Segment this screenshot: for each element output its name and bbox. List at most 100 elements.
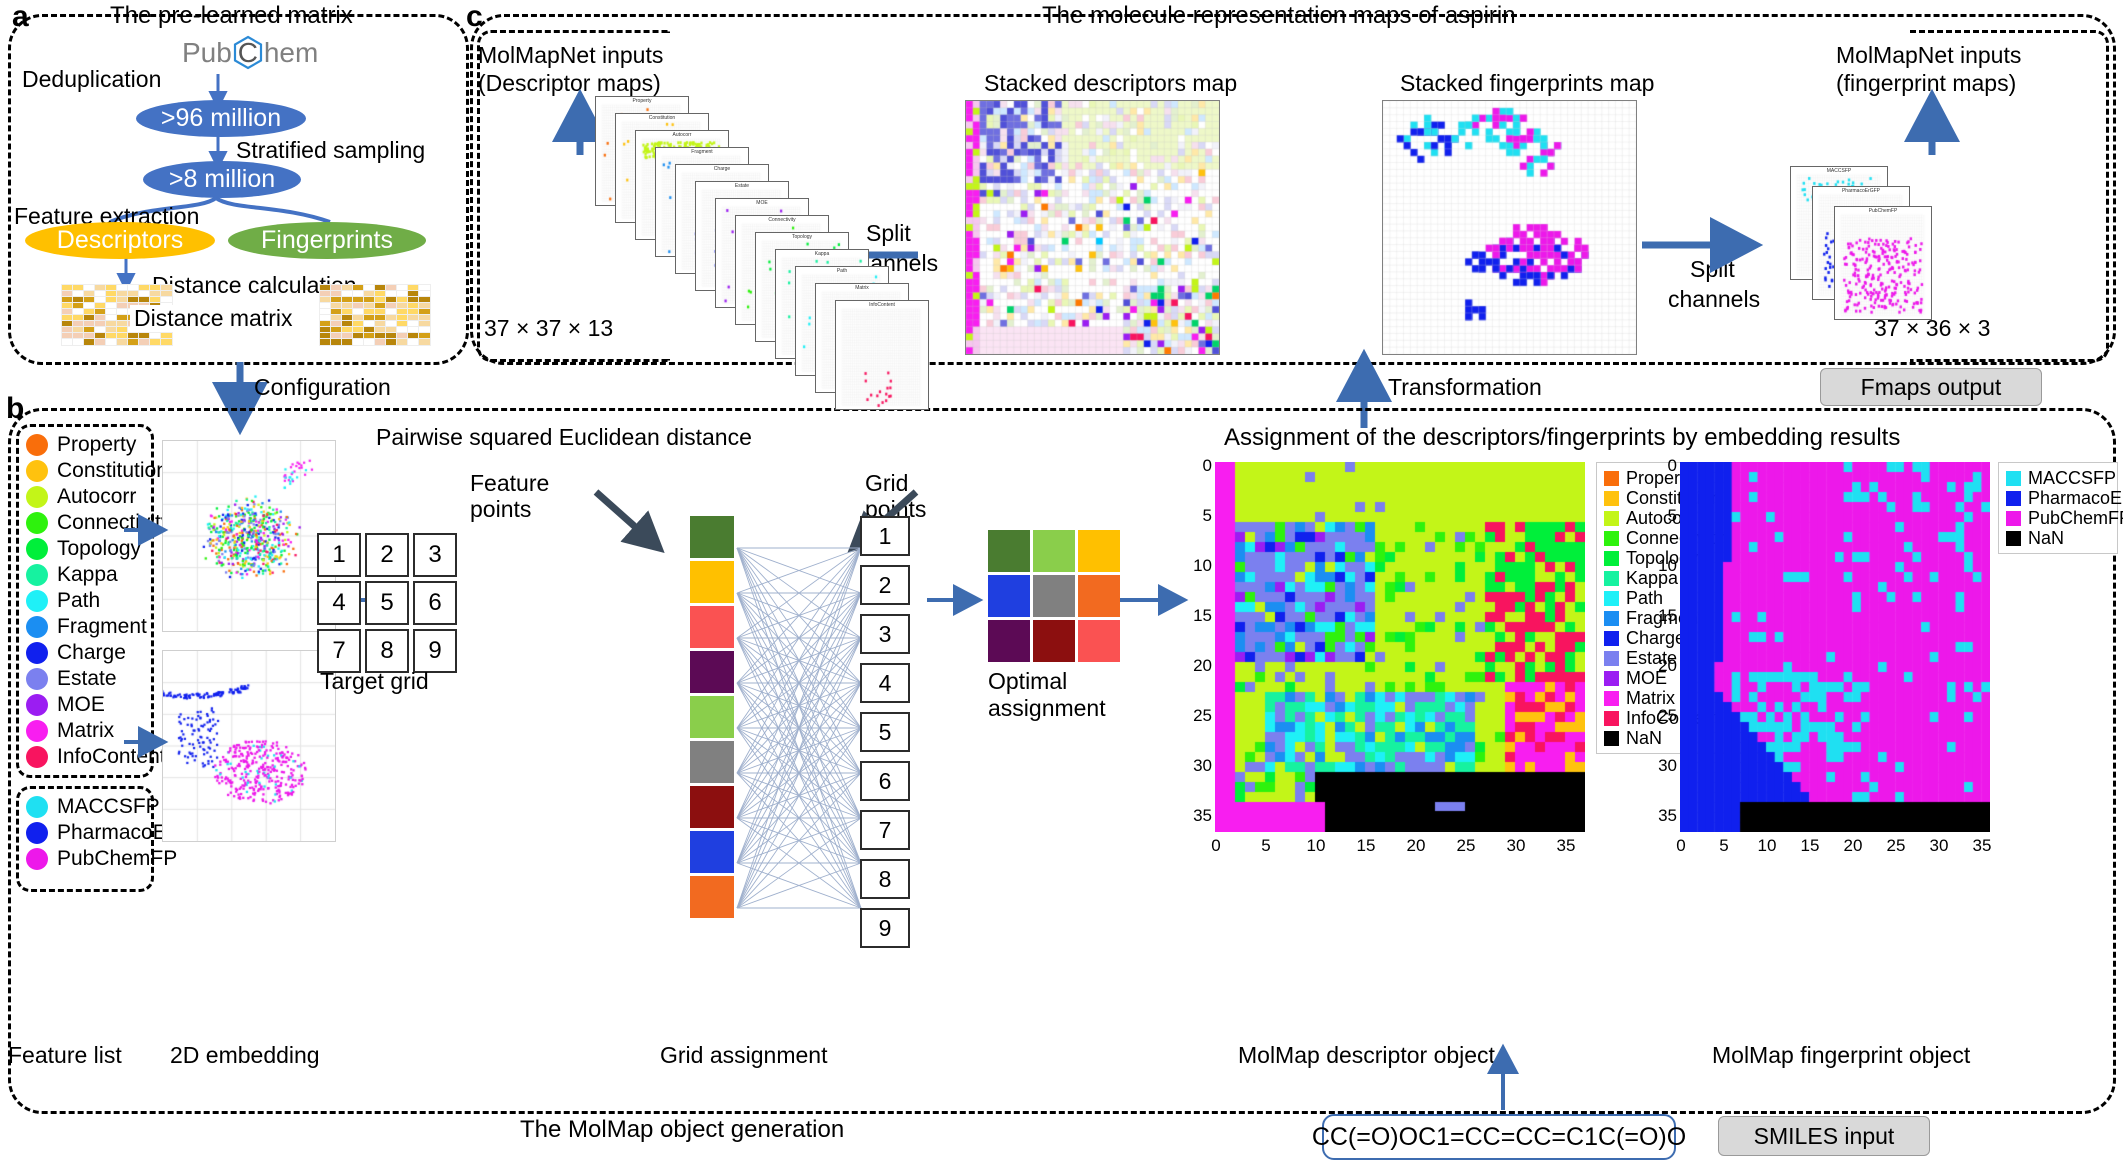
optimal-assignment-grid [988, 530, 1120, 662]
feature-item-property: Property [26, 432, 171, 458]
assignment-arrow [927, 584, 984, 616]
color-swatch-icon [26, 564, 48, 586]
matrix-cell [138, 338, 151, 346]
matrix-cell [116, 338, 129, 346]
color-swatch-icon [26, 512, 48, 534]
panel-b-letter: b [6, 392, 25, 425]
feature-label: Autocorr [57, 485, 137, 508]
descriptor-y-tick-15: 15 [1193, 606, 1212, 625]
card-title: InfoContent [869, 302, 895, 308]
color-swatch-icon [1604, 710, 1619, 726]
matrix-cell [352, 338, 365, 346]
card-title: PubChemFP [1868, 208, 1898, 214]
feature-label: Constitution [57, 459, 168, 482]
feature-item-kappa: Kappa [26, 562, 171, 588]
feature-list-label: Feature list [8, 1042, 122, 1068]
feature-label: PubChemFP [57, 847, 178, 870]
smiles-input-label: SMILES input [1753, 1122, 1895, 1149]
matrix-cell [341, 338, 354, 346]
feature-points-column [690, 516, 734, 918]
target-grid: 123 456 789 [317, 533, 457, 673]
target-grid-cell-5: 5 [365, 581, 409, 625]
descriptor-feature-list: Property Constitution Autocorr Connectivity… [26, 432, 171, 770]
target-grid-cell-9: 9 [413, 629, 457, 673]
embedding-descriptor-plot [162, 440, 336, 632]
matrix-cell [72, 338, 85, 346]
card-title: PharmacoErGFP [1841, 188, 1881, 194]
color-swatch-icon [26, 848, 48, 870]
color-swatch-icon [1604, 490, 1619, 506]
fingerprint-x-tick-25: 25 [1886, 836, 1906, 855]
descriptor-y-tick-5: 5 [1202, 506, 1212, 525]
feature-label: Path [57, 589, 101, 612]
split-channels-right-arrow [1642, 217, 1764, 273]
optimal-cell-1 [988, 530, 1030, 572]
target-grid-cell-4: 4 [317, 581, 361, 625]
descriptor-x-tick-15: 15 [1356, 836, 1376, 855]
distance-matrix-label: Distance matrix [130, 305, 297, 332]
smiles-arrow [1487, 1043, 1519, 1110]
fingerprint-y-tick-30: 30 [1658, 756, 1677, 775]
matrix-cell [363, 338, 376, 346]
grid-point-7: 7 [860, 810, 910, 850]
descriptor-x-tick-5: 5 [1261, 836, 1271, 855]
smiles-input-box[interactable]: CC(=O)OC1=CC=CC=C1C(=O)O [1312, 1114, 1686, 1160]
descriptors-node: Descriptors [25, 222, 215, 259]
descriptor-y-tick-0: 0 [1202, 456, 1212, 475]
legend-label: Matrix [1626, 688, 1675, 708]
assignment-title: Assignment of the descriptors/fingerprin… [1224, 424, 1901, 451]
fingerprint-y-tick-0: 0 [1667, 456, 1677, 475]
feature-point-8 [690, 831, 734, 873]
feature-item-moe: MOE [26, 692, 171, 718]
feature-label: Property [57, 433, 137, 456]
card-title: Path [836, 268, 848, 274]
feature-point-4 [690, 651, 734, 693]
optimal-cell-4 [988, 575, 1030, 617]
target-grid-cell-6: 6 [413, 581, 457, 625]
feature-label: Fragment [57, 615, 147, 638]
grid-point-6: 6 [860, 761, 910, 801]
fingerprint-y-tick-20: 20 [1658, 656, 1677, 675]
card-title: MACCSFP [1826, 168, 1852, 174]
fingerprint-object-legend: MACCSFPPharmacoErGFPPubChemFPNaN [1998, 462, 2123, 554]
grid-point-4: 4 [860, 663, 910, 703]
color-swatch-icon [26, 668, 48, 690]
descriptor-object-plot [1215, 462, 1585, 832]
node-8-million: >8 million [143, 161, 301, 198]
grid-point-9: 9 [860, 908, 910, 948]
legend-item-pharmacoergfp: PharmacoErGFP [2006, 488, 2123, 508]
feature-label: MACCSFP [57, 795, 160, 818]
color-swatch-icon [1604, 530, 1619, 546]
pairwise-distance-label: Pairwise squared Euclidean distance [376, 424, 752, 450]
card-title: Charge [713, 166, 731, 172]
panel-c-title: The molecule representation maps of aspi… [1042, 2, 1516, 29]
matrix-cell [127, 338, 140, 346]
legend-label: MACCSFP [2028, 468, 2117, 488]
legend-item-nan: NaN [2006, 528, 2110, 548]
color-swatch-icon [2006, 510, 2021, 526]
descriptor-x-tick-0: 0 [1211, 836, 1221, 855]
feature-label: Estate [57, 667, 117, 690]
legend-item-maccsfp: MACCSFP [2006, 468, 2116, 488]
fmaps-output-label: Fmaps output [1860, 373, 2002, 400]
card-title: Estate [734, 183, 750, 189]
node-96-million: >96 million [136, 100, 306, 137]
color-swatch-icon [1604, 630, 1619, 646]
feature-point-3 [690, 606, 734, 648]
matrix-cell [61, 338, 74, 346]
feature-label: MOE [57, 693, 105, 716]
matrix-cell [94, 338, 107, 346]
color-swatch-icon [2006, 530, 2021, 546]
grid-points-column: 1 2 3 4 5 6 7 8 9 [860, 516, 910, 948]
descriptor-x-tick-10: 10 [1306, 836, 1326, 855]
optimal-cell-8 [1033, 620, 1075, 662]
target-grid-cell-1: 1 [317, 533, 361, 577]
descriptors-node-label: Descriptors [56, 226, 184, 254]
descriptor-x-tick-25: 25 [1456, 836, 1476, 855]
card-title: MOE [756, 200, 768, 206]
bipartite-connections [736, 547, 862, 909]
fingerprint-y-tick-25: 25 [1658, 706, 1677, 725]
card-thumbnail [1835, 207, 1931, 319]
grid-point-2: 2 [860, 565, 910, 605]
matrix-cell [374, 338, 387, 346]
